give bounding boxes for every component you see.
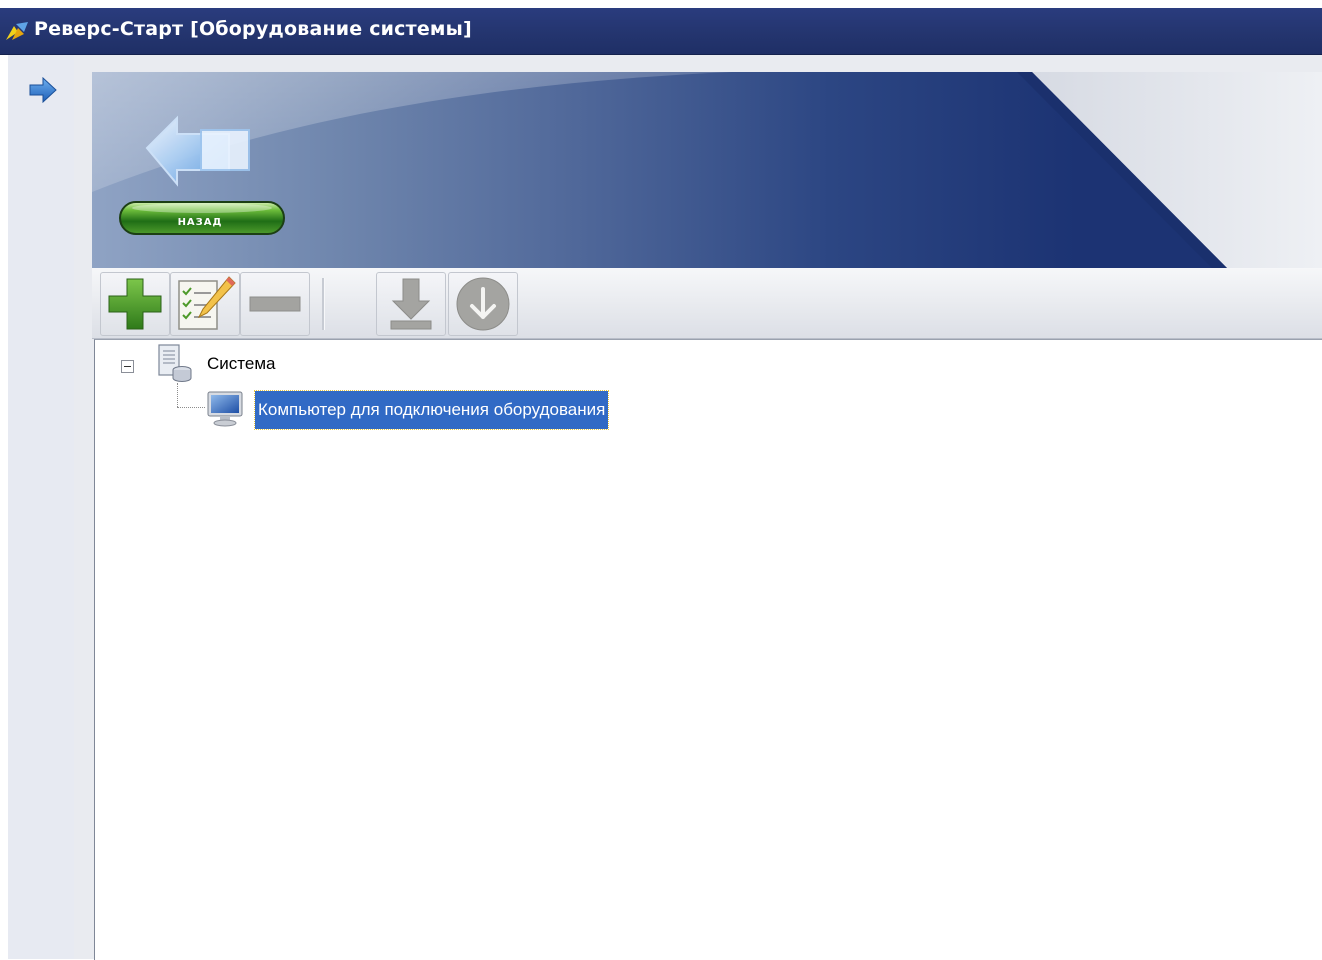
back-button-label: НАЗАД: [177, 213, 223, 229]
download-arrow-icon: [390, 278, 432, 330]
checklist-pencil-icon: [178, 276, 236, 330]
circle-down-arrow-icon: [456, 277, 510, 331]
minus-icon: [249, 296, 301, 312]
download-button[interactable]: [376, 272, 446, 336]
edit-button[interactable]: [170, 272, 240, 336]
main-frame: НАЗАД: [74, 55, 1322, 960]
title-bar: Реверс-Старт [Оборудование системы]: [0, 8, 1322, 55]
arrow-right-icon[interactable]: [28, 77, 58, 103]
add-button[interactable]: [100, 272, 170, 336]
left-side-panel: [8, 55, 75, 959]
toolbar-separator: [322, 278, 325, 330]
monitor-icon: [207, 391, 243, 427]
tree-collapse-toggle[interactable]: [121, 360, 134, 373]
tree-connector: [177, 383, 178, 407]
plus-icon: [108, 278, 162, 330]
header-banner: НАЗАД: [92, 72, 1322, 268]
tree-connector: [177, 407, 205, 408]
install-button[interactable]: [448, 272, 518, 336]
toolbar: [92, 268, 1322, 339]
reverse-start-app-icon: [6, 22, 28, 40]
equipment-tree: Система Компьютер для подключения оборуд…: [94, 339, 1322, 960]
window-title: Реверс-Старт [Оборудование системы]: [34, 18, 472, 40]
tree-node-computer-label[interactable]: Компьютер для подключения оборудования: [253, 390, 610, 430]
remove-button[interactable]: [240, 272, 310, 336]
server-database-icon: [158, 344, 192, 382]
tree-node-system-label[interactable]: Система: [207, 354, 275, 374]
